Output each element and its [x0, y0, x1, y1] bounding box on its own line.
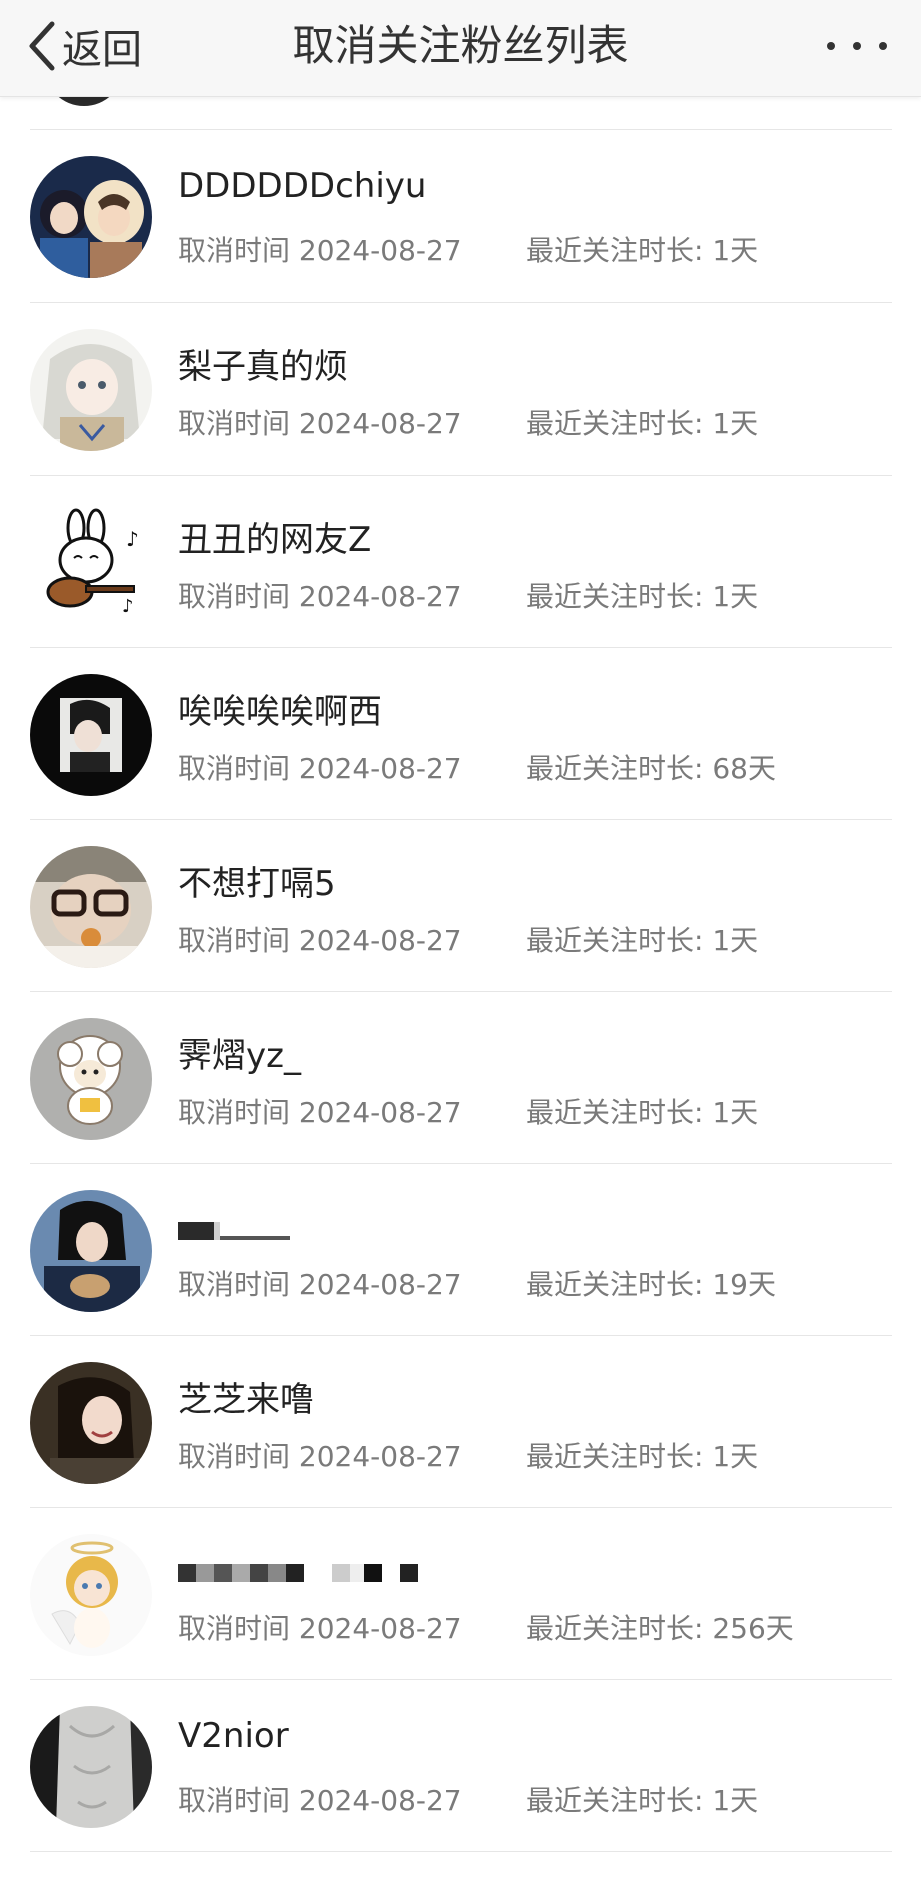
- nav-header: 返回 取消关注粉丝列表: [0, 0, 921, 97]
- follow-duration: 最近关注时长: 19天: [526, 1268, 776, 1301]
- anime-couple-avatar-icon: [30, 156, 152, 278]
- meta-row: 取消时间 2024-08-27 最近关注时长: 19天: [178, 1263, 776, 1303]
- more-options-button[interactable]: [827, 24, 887, 68]
- meta-row: 取消时间 2024-08-27 最近关注时长: 68天: [178, 747, 776, 787]
- smiling-girl-avatar-icon: [30, 1362, 152, 1484]
- unfollow-date: 取消时间 2024-08-27: [178, 407, 462, 440]
- more-dot-icon: [879, 42, 887, 50]
- list-item[interactable]: 取消时间 2024-08-27 最近关注时长: 256天: [0, 1508, 921, 1680]
- bunny-guitar-avatar-icon: ♪ ♪: [30, 502, 152, 624]
- more-dot-icon: [827, 42, 835, 50]
- follow-duration: 最近关注时长: 1天: [526, 1440, 759, 1473]
- svg-text:♪: ♪: [122, 596, 134, 617]
- avatar[interactable]: [30, 1190, 152, 1312]
- follow-duration: 最近关注时长: 68天: [526, 752, 776, 785]
- avatar[interactable]: [30, 1362, 152, 1484]
- glasses-photo-avatar-icon: [30, 846, 152, 968]
- list-item[interactable]: 芝芝来噜 取消时间 2024-08-27 最近关注时长: 1天: [0, 1336, 921, 1508]
- meta-row: 取消时间 2024-08-27 最近关注时长: 1天: [178, 402, 758, 442]
- follow-duration: 最近关注时长: 1天: [526, 924, 759, 957]
- meta-row: 取消时间 2024-08-27 最近关注时长: 1天: [178, 1435, 758, 1475]
- meta-row: 取消时间 2024-08-27 最近关注时长: 256天: [178, 1607, 794, 1647]
- redacted-name-mosaic: [178, 1564, 418, 1584]
- list-item[interactable]: ♪ ♪ 丑丑的网友Z 取消时间 2024-08-27 最近关注时长: 1天: [0, 476, 921, 648]
- avatar[interactable]: [30, 1018, 152, 1140]
- meta-row: 取消时间 2024-08-27 最近关注时长: 1天: [178, 1091, 758, 1131]
- anime-girl-avatar-icon: [30, 329, 152, 451]
- list-item[interactable]: 梨子真的烦 取消时间 2024-08-27 最近关注时长: 1天: [0, 303, 921, 475]
- more-dot-icon: [853, 42, 861, 50]
- list-item[interactable]: DDDDDDchiyu 取消时间 2024-08-27 最近关注时长: 1天: [0, 130, 921, 302]
- angel-doll-avatar-icon: [30, 1534, 152, 1656]
- unfollow-date: 取消时间 2024-08-27: [178, 1096, 462, 1129]
- unfollow-date: 取消时间 2024-08-27: [178, 234, 462, 267]
- avatar[interactable]: [30, 156, 152, 278]
- avatar[interactable]: [30, 1534, 152, 1656]
- avatar[interactable]: [30, 846, 152, 968]
- meta-row: 取消时间 2024-08-27 最近关注时长: 1天: [178, 229, 758, 269]
- meta-row: 取消时间 2024-08-27 最近关注时长: 1天: [178, 575, 758, 615]
- sheep-cartoon-avatar-icon: [30, 1018, 152, 1140]
- follow-duration: 最近关注时长: 1天: [526, 1096, 759, 1129]
- list-item[interactable]: 取消时间 2024-08-27 最近关注时长: 19天: [0, 1164, 921, 1336]
- list-item[interactable]: 唉唉唉唉啊西 取消时间 2024-08-27 最近关注时长: 68天: [0, 648, 921, 820]
- follow-duration: 最近关注时长: 1天: [526, 580, 759, 613]
- page-title: 取消关注粉丝列表: [292, 21, 629, 70]
- unfollow-date: 取消时间 2024-08-27: [178, 752, 462, 785]
- list-item[interactable]: V2nior 取消时间 2024-08-27 最近关注时长: 1天: [0, 1680, 921, 1852]
- svg-text:♪: ♪: [126, 527, 139, 551]
- unfollow-date: 取消时间 2024-08-27: [178, 1268, 462, 1301]
- person-holding-pet-avatar-icon: [30, 1190, 152, 1312]
- user-name[interactable]: 唉唉唉唉啊西: [178, 684, 382, 733]
- user-name[interactable]: 梨子真的烦: [178, 339, 348, 388]
- unfollow-date: 取消时间 2024-08-27: [178, 1612, 462, 1645]
- follow-duration: 最近关注时长: 1天: [526, 407, 759, 440]
- follow-duration: 最近关注时长: 256天: [526, 1612, 794, 1645]
- avatar[interactable]: [30, 329, 152, 451]
- follow-duration: 最近关注时长: 1天: [526, 1784, 759, 1817]
- user-name[interactable]: 不想打嗝5: [178, 856, 336, 905]
- dark-portrait-avatar-icon: [30, 674, 152, 796]
- user-name[interactable]: 丑丑的网友Z: [178, 512, 371, 561]
- unfollow-date: 取消时间 2024-08-27: [178, 580, 462, 613]
- unfollow-date: 取消时间 2024-08-27: [178, 1440, 462, 1473]
- unfollow-date: 取消时间 2024-08-27: [178, 924, 462, 957]
- redacted-name-mosaic: [178, 1222, 290, 1242]
- list-item[interactable]: 不想打嗝5 取消时间 2024-08-27 最近关注时长: 1天: [0, 820, 921, 992]
- user-name[interactable]: 芝芝来噜: [178, 1372, 314, 1421]
- follow-duration: 最近关注时长: 1天: [526, 234, 759, 267]
- user-name[interactable]: V2nior: [178, 1716, 289, 1756]
- avatar[interactable]: ♪ ♪: [30, 502, 152, 624]
- divider: [30, 1851, 892, 1852]
- avatar[interactable]: [30, 674, 152, 796]
- gray-sculpture-avatar-icon: [30, 1706, 152, 1828]
- user-name[interactable]: DDDDDDchiyu: [178, 166, 426, 206]
- unfollow-date: 取消时间 2024-08-27: [178, 1784, 462, 1817]
- avatar[interactable]: [30, 1706, 152, 1828]
- user-name[interactable]: 霁熠yz_: [178, 1028, 301, 1077]
- meta-row: 取消时间 2024-08-27 最近关注时长: 1天: [178, 1779, 758, 1819]
- meta-row: 取消时间 2024-08-27 最近关注时长: 1天: [178, 919, 758, 959]
- list-item[interactable]: 霁熠yz_ 取消时间 2024-08-27 最近关注时长: 1天: [0, 992, 921, 1164]
